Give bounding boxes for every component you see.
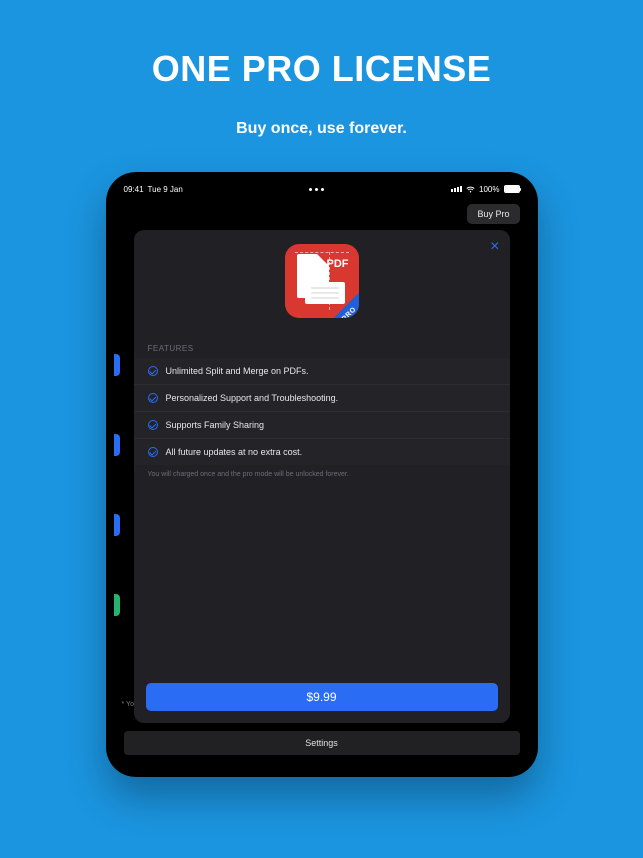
feature-text: Unlimited Split and Merge on PDFs. — [166, 366, 309, 376]
device-frame: 09:41 Tue 9 Jan 100% Buy Pro * Yo S — [106, 172, 538, 777]
checkmark-icon — [148, 393, 158, 403]
page-tagline: Buy once, use forever. — [236, 120, 407, 138]
features-list: Unlimited Split and Merge on PDFs. Perso… — [134, 358, 510, 465]
footer-text-fragment: * Yo — [122, 701, 134, 708]
feature-text: All future updates at no extra cost. — [166, 447, 303, 457]
app-icon: PDF PRO — [285, 244, 359, 318]
app-icon-container: PDF PRO — [134, 244, 510, 318]
checkmark-icon — [148, 420, 158, 430]
multitask-dots-icon — [309, 188, 324, 191]
feature-item: Personalized Support and Troubleshooting… — [134, 384, 510, 411]
background-action-hint — [114, 354, 120, 376]
pro-modal: × PDF PRO FEATURES Unlimited — [134, 230, 510, 723]
battery-icon — [504, 185, 520, 193]
checkmark-icon — [148, 447, 158, 457]
signal-icon — [451, 186, 462, 192]
device-screen: 09:41 Tue 9 Jan 100% Buy Pro * Yo S — [114, 180, 530, 769]
feature-text: Supports Family Sharing — [166, 420, 265, 430]
disclaimer-text: You will charged once and the pro mode w… — [148, 471, 496, 478]
purchase-button[interactable]: $9.99 — [146, 683, 498, 711]
background-action-hint — [114, 594, 120, 616]
checkmark-icon — [148, 366, 158, 376]
background-action-hint — [114, 514, 120, 536]
feature-text: Personalized Support and Troubleshooting… — [166, 393, 339, 403]
app-icon-label: PDF — [327, 258, 349, 270]
status-time: 09:41 — [124, 185, 144, 194]
status-battery-pct: 100% — [479, 185, 499, 194]
buy-pro-button[interactable]: Buy Pro — [467, 204, 519, 224]
wifi-icon — [466, 186, 475, 193]
background-action-hint — [114, 434, 120, 456]
page-headline: ONE PRO LICENSE — [152, 48, 492, 90]
status-bar: 09:41 Tue 9 Jan 100% — [114, 180, 530, 198]
feature-item: Supports Family Sharing — [134, 411, 510, 438]
feature-item: All future updates at no extra cost. — [134, 438, 510, 465]
status-date: Tue 9 Jan — [148, 185, 183, 194]
feature-item: Unlimited Split and Merge on PDFs. — [134, 358, 510, 384]
features-heading: FEATURES — [148, 344, 496, 353]
close-icon[interactable]: × — [490, 238, 499, 256]
settings-button[interactable]: Settings — [124, 731, 520, 755]
app-background: Buy Pro * Yo Settings × PDF PRO — [114, 198, 530, 769]
